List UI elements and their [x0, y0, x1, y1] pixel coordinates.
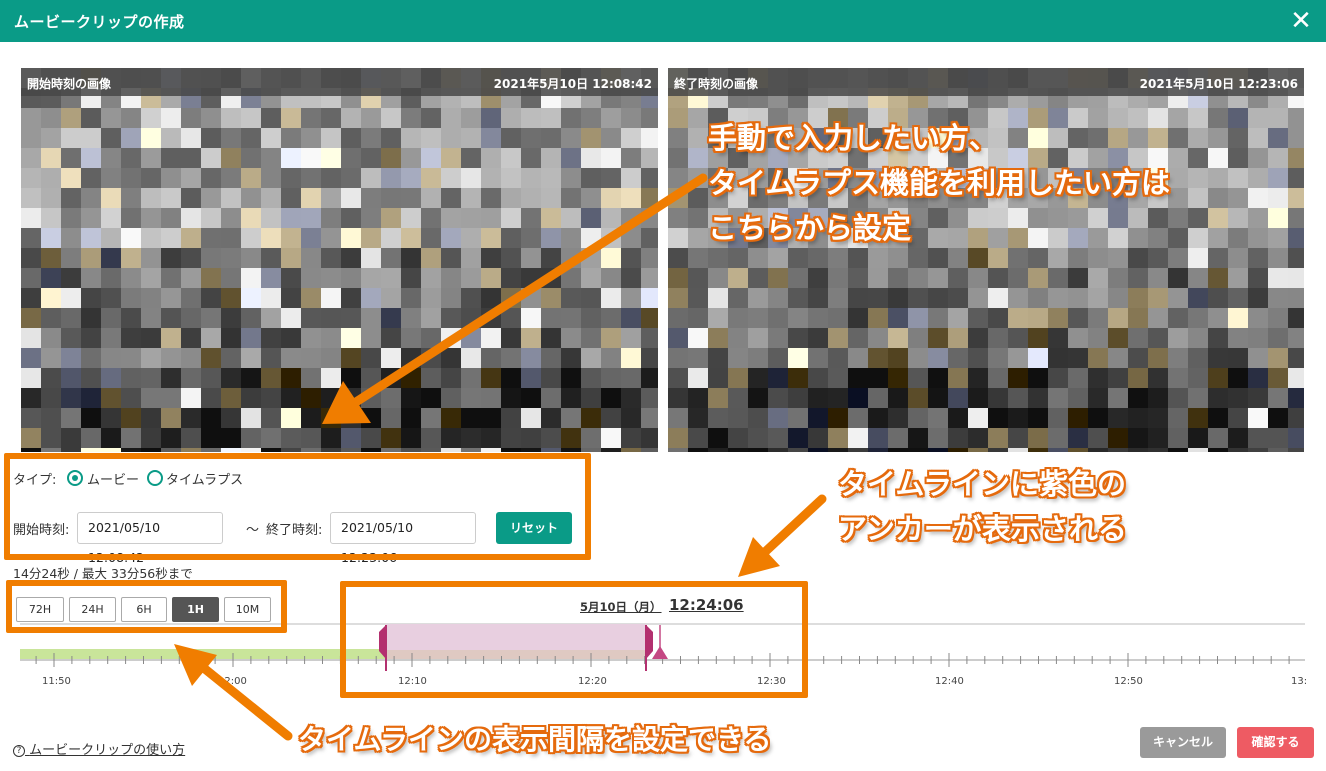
callout-form: 手動で入力したい方、 タイムラプス機能を利用したい方は こちらから設定 [708, 116, 1170, 251]
end-image-timestamp: 2021年5月10日 12:23:06 [1139, 77, 1298, 91]
arrow-to-form-line [351, 173, 708, 407]
arrow-to-zoom-head [174, 644, 217, 686]
start-image-timestamp: 2021年5月10日 12:08:42 [493, 77, 652, 91]
callout-form-line: タイムラプス機能を利用したい方は [708, 166, 1170, 200]
end-image-bar: 終了時刻の画像 2021年5月10日 12:23:06 [668, 68, 1304, 96]
callout-form-line: 手動で入力したい方、 [708, 121, 999, 155]
arrow-to-form-head [322, 381, 371, 424]
callout-zoom: タイムラインの表示間隔を設定できる [298, 723, 772, 756]
callout-timeline-line: アンカーが表示される [838, 512, 1127, 546]
end-image-label: 終了時刻の画像 [674, 77, 759, 91]
start-image-bar: 開始時刻の画像 2021年5月10日 12:08:42 [21, 68, 658, 96]
callout-form-line: こちらから設定 [708, 211, 912, 245]
start-image-label: 開始時刻の画像 [27, 77, 112, 91]
arrow-to-timeline-line [761, 494, 827, 556]
callout-timeline: タイムラインに紫色の アンカーが表示される [838, 462, 1127, 552]
arrow-to-zoom-line [200, 664, 293, 741]
callout-timeline-line: タイムラインに紫色の [838, 467, 1126, 501]
